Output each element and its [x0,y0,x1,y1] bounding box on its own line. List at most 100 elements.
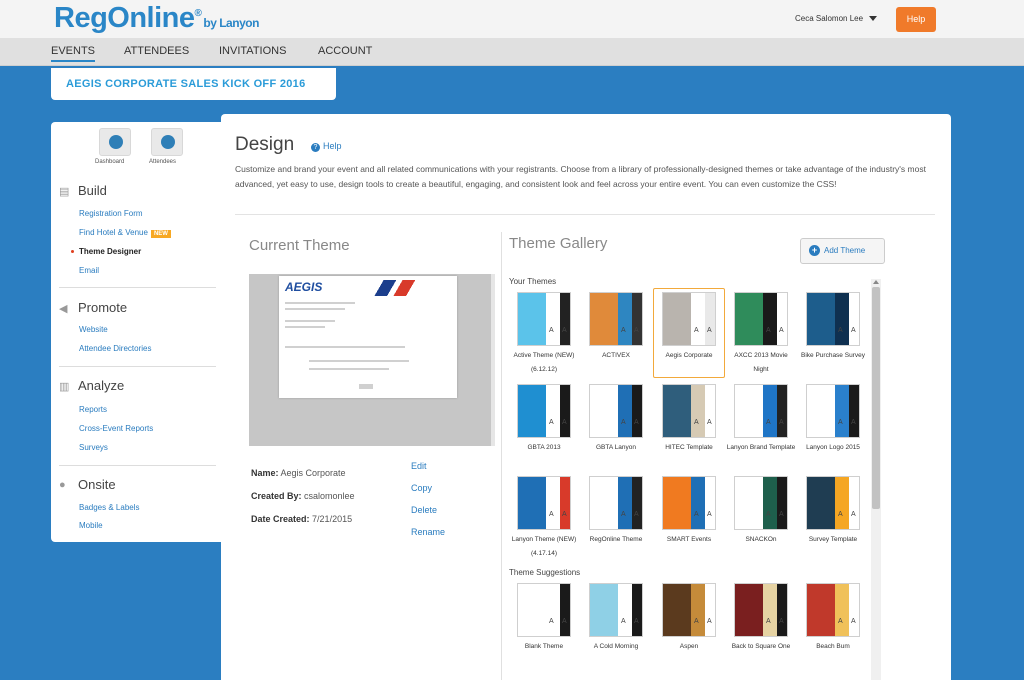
dashboard-button[interactable] [99,128,131,156]
theme-thumbnail[interactable]: AA [662,476,716,530]
theme-name[interactable]: Aspen [654,640,724,654]
theme-name[interactable]: Blank Theme [509,640,579,654]
theme-name[interactable]: SMART Events [654,533,724,547]
theme-name[interactable]: Lanyon Logo 2015 [798,441,868,455]
plus-icon: + [809,245,820,256]
map-pin-icon: ● [59,479,66,491]
theme-thumbnail[interactable]: AA [517,292,571,346]
theme-thumbnail[interactable]: AA [662,583,716,637]
scroll-thumb[interactable] [872,287,880,509]
theme-thumbnail[interactable]: AA [589,384,643,438]
add-theme-label: Add Theme [824,246,866,255]
theme-swatch [763,584,777,636]
sidebar-item-cross-event-reports[interactable]: Cross-Event Reports [79,424,153,433]
preview-page: AEGIS [279,276,457,398]
theme-thumbnail[interactable]: AA [517,476,571,530]
theme-swatch [777,477,787,529]
theme-name[interactable]: SNACKOn [726,533,796,547]
theme-name[interactable]: Survey Template [798,533,868,547]
font-sample-icon: A [838,419,843,426]
font-sample-icon: A [694,618,699,625]
theme-name[interactable]: A Cold Morning [581,640,651,654]
theme-thumbnail[interactable]: AA [517,583,571,637]
theme-thumbnail[interactable]: AA [806,384,860,438]
theme-name[interactable]: HITEC Template [654,441,724,455]
theme-thumbnail[interactable]: AA [589,476,643,530]
nav-invitations[interactable]: INVITATIONS [219,45,286,57]
font-sample-icon: A [766,618,771,625]
rename-link[interactable]: Rename [411,527,445,537]
theme-name[interactable]: Active Theme (NEW) (6.12.12) [509,349,579,377]
theme-thumbnail[interactable]: AA [589,292,643,346]
theme-thumbnail[interactable]: AA [662,292,716,346]
theme-swatch [705,293,715,345]
sidebar-item-attendee-directories[interactable]: Attendee Directories [79,344,151,353]
theme-thumbnail[interactable]: AA [806,476,860,530]
theme-thumbnail[interactable]: AA [589,583,643,637]
sidebar-item-email[interactable]: Email [79,266,99,275]
theme-swatch [735,584,763,636]
attendees-button[interactable] [151,128,183,156]
gallery-scrollbar[interactable] [871,279,881,680]
regonline-logo[interactable]: RegOnline®by Lanyon [54,2,259,35]
theme-name[interactable]: Lanyon Theme (NEW) (4.17.14) [509,533,579,561]
help-link[interactable]: ? Help [311,141,342,152]
theme-name[interactable]: ACTIVEX [581,349,651,363]
theme-thumbnail[interactable]: AA [734,583,788,637]
theme-thumbnail[interactable]: AA [734,292,788,346]
sidebar-item-reports[interactable]: Reports [79,405,107,414]
created-by-value: csalomonlee [304,491,355,501]
theme-swatch [705,477,715,529]
add-theme-button[interactable]: + Add Theme [800,238,885,264]
theme-name[interactable]: GBTA 2013 [509,441,579,455]
theme-swatch [807,477,835,529]
sidebar-item-website[interactable]: Website [79,325,108,334]
nav-account[interactable]: ACCOUNT [318,45,372,57]
theme-thumbnail[interactable]: AA [734,384,788,438]
theme-swatch [518,584,546,636]
sidebar-item-badges-labels[interactable]: Badges & Labels [79,503,140,512]
font-sample-icon: A [694,511,699,518]
theme-name[interactable]: GBTA Lanyon [581,441,651,455]
theme-thumbnail[interactable]: AA [806,292,860,346]
copy-link[interactable]: Copy [411,483,432,493]
event-name-bar[interactable]: AEGIS CORPORATE SALES KICK OFF 2016 [51,68,336,100]
theme-name[interactable]: Back to Square One [726,640,796,654]
theme-swatch [663,385,691,437]
theme-name-value: Aegis Corporate [280,468,346,478]
preview-line [309,360,409,362]
theme-thumbnail[interactable]: AA [517,384,571,438]
sidebar-item-mobile[interactable]: Mobile [79,521,103,530]
edit-link[interactable]: Edit [411,461,427,471]
theme-name[interactable]: AXCC 2013 Movie Night [726,349,796,377]
theme-name[interactable]: Lanyon Brand Template [726,441,796,455]
user-menu[interactable]: Ceca Salomon Lee [795,14,878,23]
sidebar-item-surveys[interactable]: Surveys [79,443,108,452]
nav-attendees[interactable]: ATTENDEES [124,45,189,57]
find-hotel-label: Find Hotel & Venue [79,228,148,237]
sidebar-item-registration-form[interactable]: Registration Form [79,209,143,218]
sidebar-item-theme-designer[interactable]: Theme Designer [79,247,141,256]
theme-thumbnail[interactable]: AA [806,583,860,637]
theme-name[interactable]: Aegis Corporate [654,349,724,363]
theme-swatch [691,385,705,437]
theme-thumbnail[interactable]: AA [662,384,716,438]
delete-link[interactable]: Delete [411,505,437,515]
theme-swatch [618,584,632,636]
nav-events[interactable]: EVENTS [51,45,96,62]
theme-swatch [849,584,859,636]
theme-gallery-title: Theme Gallery [509,235,608,252]
section-build: Build [78,183,107,198]
theme-swatch [763,293,777,345]
help-button[interactable]: Help [896,7,936,32]
theme-preview[interactable]: AEGIS [249,274,491,446]
theme-name[interactable]: Beach Bum [798,640,868,654]
theme-name[interactable]: RegOnline Theme [581,533,651,547]
sidebar-item-find-hotel[interactable]: Find Hotel & Venue NEW [79,228,171,238]
theme-name[interactable]: Bike Purchase Survey [798,349,868,363]
preview-scrollbar[interactable] [491,274,495,446]
theme-thumbnail[interactable]: AA [734,476,788,530]
preview-brand: AEGIS [285,280,323,294]
font-sample-icon: A [779,511,784,518]
font-sample-icon: A [562,327,567,334]
